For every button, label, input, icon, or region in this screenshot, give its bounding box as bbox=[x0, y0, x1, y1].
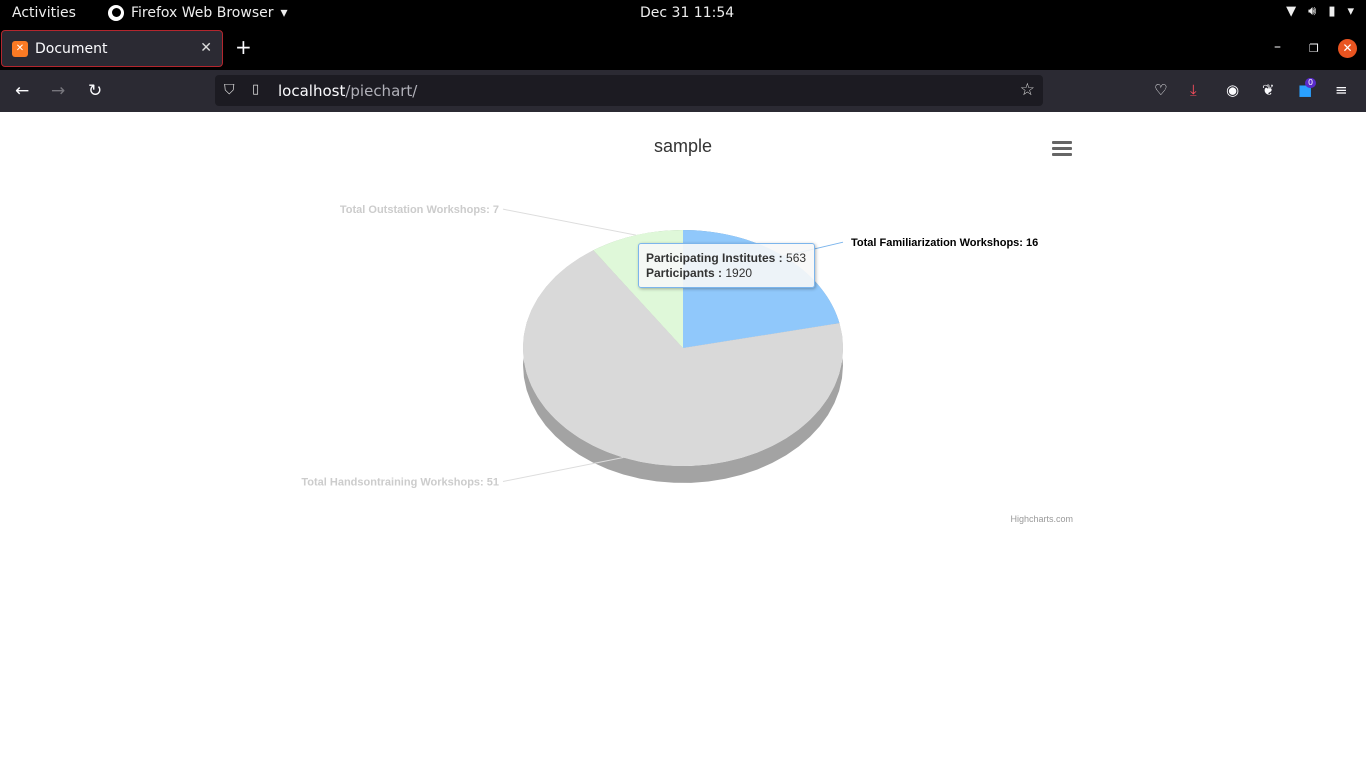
tooltip-line-1: Participating Institutes : 563 bbox=[646, 251, 807, 266]
chart-credits[interactable]: Highcharts.com bbox=[1010, 514, 1073, 524]
back-button[interactable]: ← bbox=[15, 81, 29, 101]
menu-line bbox=[1052, 141, 1072, 144]
minimize-window-button[interactable]: – bbox=[1274, 39, 1281, 55]
restore-window-button[interactable]: ❐ bbox=[1309, 42, 1319, 55]
app-menu[interactable]: Firefox Web Browser ▾ bbox=[108, 5, 288, 21]
new-tab-button[interactable]: + bbox=[235, 35, 252, 59]
chart-tooltip: Participating Institutes : 563 Participa… bbox=[638, 243, 815, 288]
extension-badge: 0 bbox=[1305, 78, 1317, 88]
tab-title: Document bbox=[35, 40, 108, 57]
url-path: /piechart/ bbox=[345, 82, 418, 100]
gnome-extension-icon[interactable]: ❦ bbox=[1262, 81, 1275, 99]
tab-strip: ✕ Document ✕ + – ❐ bbox=[0, 27, 1366, 70]
downloads-icon[interactable]: ⤓ bbox=[1190, 81, 1197, 99]
app-name: Firefox Web Browser bbox=[131, 5, 274, 21]
pocket-icon[interactable]: ♡ bbox=[1154, 81, 1167, 99]
chart-title: sample bbox=[654, 136, 712, 156]
label-connector bbox=[502, 457, 624, 482]
page-icon[interactable]: ▯ bbox=[252, 82, 259, 97]
url-host: localhost bbox=[278, 82, 346, 100]
tooltip-label-1: Participating Institutes : bbox=[646, 251, 783, 265]
clock[interactable]: Dec 31 11:54 bbox=[640, 5, 734, 21]
navigation-bar: ← → ↻ ⛉ ▯ localhost/piechart/ ☆ ♡ ⤓ ◉ ❦ … bbox=[0, 70, 1366, 112]
activities-button[interactable]: Activities bbox=[12, 5, 76, 21]
pie-data-label: Total Familiarization Workshops: 16 bbox=[851, 237, 1038, 249]
close-tab-icon[interactable]: ✕ bbox=[200, 40, 212, 56]
pie-data-label: Total Handsontraining Workshops: 51 bbox=[301, 476, 499, 488]
menu-line bbox=[1052, 153, 1072, 156]
battery-icon: ▮ bbox=[1328, 4, 1336, 19]
extension-icon[interactable]: ◉ bbox=[1226, 81, 1239, 99]
chevron-down-icon: ▾ bbox=[1347, 4, 1354, 19]
chart-context-menu-button[interactable] bbox=[1052, 141, 1072, 157]
volume-icon: 🔊︎ bbox=[1308, 4, 1317, 19]
pie-chart: sample Total Familiarization Workshops: … bbox=[301, 136, 1073, 524]
tooltip-label-2: Participants : bbox=[646, 266, 723, 280]
pie-data-label: Total Outstation Workshops: 7 bbox=[340, 204, 499, 216]
reload-button[interactable]: ↻ bbox=[88, 81, 102, 101]
firefox-icon bbox=[108, 5, 124, 21]
system-tray[interactable]: ▼ 🔊︎ ▮ ▾ bbox=[1286, 4, 1354, 19]
tooltip-line-2: Participants : 1920 bbox=[646, 266, 807, 281]
close-window-button[interactable]: ✕ bbox=[1338, 39, 1357, 58]
menu-line bbox=[1052, 147, 1072, 150]
chevron-down-icon: ▾ bbox=[280, 5, 288, 21]
url-text[interactable]: localhost/piechart/ bbox=[278, 82, 417, 100]
url-bar[interactable]: ⛉ ▯ localhost/piechart/ ☆ bbox=[215, 75, 1043, 106]
page-content: sample Total Familiarization Workshops: … bbox=[0, 112, 1366, 768]
tab-document[interactable]: ✕ Document ✕ bbox=[1, 30, 223, 67]
wifi-icon: ▼ bbox=[1286, 4, 1297, 19]
tooltip-value-1: 563 bbox=[786, 251, 807, 265]
shield-icon[interactable]: ⛉ bbox=[224, 82, 235, 98]
tooltip-value-2: 1920 bbox=[725, 266, 753, 280]
bookmark-star-icon[interactable]: ☆ bbox=[1020, 80, 1035, 100]
system-top-bar: Activities Firefox Web Browser ▾ Dec 31 … bbox=[0, 0, 1366, 27]
xampp-favicon-icon: ✕ bbox=[12, 40, 28, 57]
label-connector bbox=[502, 208, 637, 236]
forward-button[interactable]: → bbox=[51, 81, 65, 101]
hamburger-menu-icon[interactable]: ≡ bbox=[1335, 81, 1348, 99]
